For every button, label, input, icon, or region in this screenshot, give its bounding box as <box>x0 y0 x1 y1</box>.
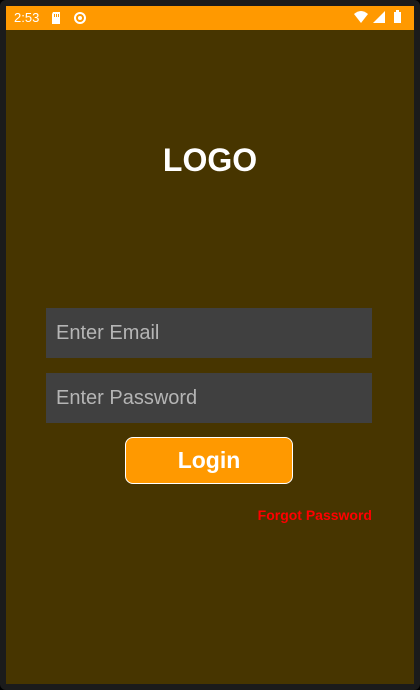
signal-icon <box>372 10 386 24</box>
status-time: 2:53 <box>14 10 40 25</box>
battery-icon <box>390 10 404 24</box>
forgot-password-link[interactable]: Forgot Password <box>258 507 372 523</box>
status-right <box>354 10 404 24</box>
logo-text: LOGO <box>162 142 258 178</box>
status-bar: 2:53 <box>6 6 414 30</box>
sd-card-icon <box>49 11 63 25</box>
password-input[interactable] <box>46 373 372 423</box>
status-left: 2:53 <box>14 10 87 25</box>
wifi-icon <box>354 10 368 24</box>
email-input[interactable] <box>46 308 372 358</box>
device-frame: 2:53 LOGO Login Forgot Password <box>0 0 420 690</box>
sync-icon <box>73 11 87 25</box>
app-screen: LOGO Login Forgot Password <box>6 30 414 684</box>
login-button[interactable]: Login <box>125 437 293 484</box>
